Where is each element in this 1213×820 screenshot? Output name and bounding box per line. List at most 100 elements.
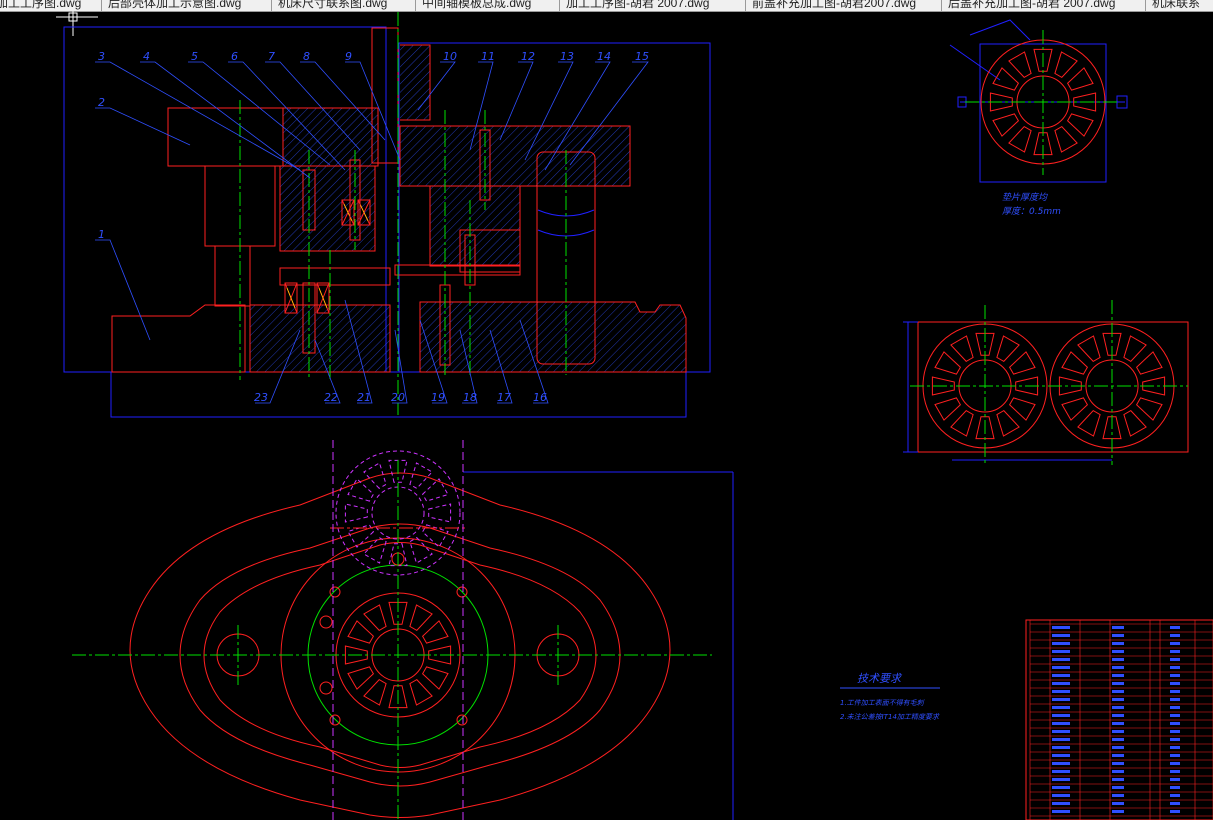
tab-file-2[interactable]: 后部壳体加工示意图.dwg [102, 0, 272, 11]
rotor-slot [421, 666, 449, 690]
table-cell-text-mark [1052, 786, 1070, 789]
table-cell-text-mark [1112, 810, 1124, 813]
table-cell-text-mark [1112, 730, 1124, 733]
rotor-slot [344, 503, 368, 523]
table-cell-text-mark [1052, 730, 1070, 733]
table-cell-text-mark [1112, 802, 1124, 805]
table-cell-text-mark [1052, 698, 1070, 701]
part-number-label: 23 [254, 391, 268, 404]
side-note-2: 厚度：0.5mm [1002, 206, 1061, 217]
tab-file-6[interactable]: 前盖补充加工图-胡君2007.dwg [746, 0, 942, 11]
table-cell-text-mark [1170, 794, 1180, 797]
tech-req-line-1: 1.工件加工表面不得有毛刺 [840, 699, 925, 707]
rotor-slot [1123, 335, 1147, 363]
table-cell-text-mark [1170, 802, 1180, 805]
table-cell-text-mark [1112, 642, 1124, 645]
rotor-slot [1077, 335, 1101, 363]
table-cell-text-mark [1112, 794, 1124, 797]
part-number-label: 4 [143, 50, 150, 63]
die-assembly-section-view: 3 4 5 6 7 8 9 10 11 12 13 14 15 2 1 23 2… [63, 12, 711, 418]
part-number-label: 2 [98, 96, 105, 109]
table-cell-text-mark [1170, 706, 1180, 709]
rotor-slot [363, 462, 387, 490]
tab-file-5[interactable]: 加工工序图-胡君 2007.dwg [560, 0, 746, 11]
table-cell-text-mark [1052, 754, 1070, 757]
rotor-slot [347, 478, 375, 502]
table-cell-text-mark [1170, 682, 1180, 685]
table-cell-text-mark [1112, 786, 1124, 789]
rotor-slot [347, 620, 375, 644]
rotor-slot [1135, 397, 1163, 421]
table-cell-text-mark [1112, 778, 1124, 781]
table-cell-text-mark [1170, 786, 1180, 789]
table-cell-text-mark [1052, 706, 1070, 709]
table-cell-text-mark [1170, 714, 1180, 717]
cad-drawing-canvas[interactable]: 3 4 5 6 7 8 9 10 11 12 13 14 15 2 1 23 2… [0, 11, 1213, 820]
rotor-slot [1054, 51, 1078, 79]
table-cell-text-mark [1112, 658, 1124, 661]
part-number-label: 17 [497, 391, 511, 404]
part-number-label: 20 [391, 391, 405, 404]
rotor-slot [1008, 51, 1032, 79]
part-number-label: 8 [303, 50, 310, 63]
part-number-label: 15 [635, 50, 649, 63]
part-number-label: 22 [324, 391, 338, 404]
part-number-label: 6 [231, 50, 238, 63]
table-cell-text-mark [1052, 714, 1070, 717]
plate-outline-outer [129, 472, 671, 818]
table-cell-text-mark [1170, 634, 1180, 637]
tab-file-4[interactable]: 中间轴模板总成.dwg [416, 0, 560, 11]
rotor-slot [1061, 397, 1089, 421]
tech-req-line-2: 2.未注公差按IT14加工精度要求 [840, 713, 940, 721]
table-cell-text-mark [1170, 722, 1180, 725]
table-cell-text-mark [1170, 730, 1180, 733]
rotor-slot [421, 620, 449, 644]
rotor-slot [992, 113, 1020, 137]
table-cell-text-mark [1112, 746, 1124, 749]
table-cell-text-mark [1170, 754, 1180, 757]
table-cell-text-mark [1052, 762, 1070, 765]
rotor-slot [934, 397, 962, 421]
side-note-1: 垫片厚度均 [1002, 192, 1048, 203]
table-cell-text-mark [1170, 746, 1180, 749]
plan-centerlines [72, 460, 712, 820]
table-cell-text-mark [1170, 650, 1180, 653]
part-number-label: 10 [443, 50, 457, 63]
table-cell-text-mark [1052, 658, 1070, 661]
rotor-slot [1066, 67, 1094, 91]
table-cell-text-mark [1112, 698, 1124, 701]
table-cell-text-mark [1052, 674, 1070, 677]
table-cell-text-mark [1112, 706, 1124, 709]
part-number-label: 5 [191, 50, 198, 63]
table-cell-text-mark [1052, 722, 1070, 725]
table-cell-text-mark [1170, 674, 1180, 677]
table-cell-text-mark [1170, 778, 1180, 781]
table-cell-text-mark [1170, 666, 1180, 669]
part-number-label: 21 [357, 391, 371, 404]
table-cell-text-mark [1112, 714, 1124, 717]
table-cell-text-mark [1112, 626, 1124, 629]
table-cell-text-mark [1052, 794, 1070, 797]
rotor-slot [1123, 409, 1147, 437]
table-cell-text-mark [1112, 770, 1124, 773]
rotor-slot [992, 67, 1020, 91]
part-number-label: 11 [481, 50, 495, 63]
rotor-slot [1061, 351, 1089, 375]
tab-file-1[interactable]: 加工工序图.dwg [0, 0, 102, 11]
rotor-slot [409, 604, 433, 632]
table-cell-text-mark [1170, 698, 1180, 701]
rotor-slot [409, 536, 433, 564]
table-cell-text-mark [1170, 738, 1180, 741]
rotor-slot [409, 678, 433, 706]
rotor-slot [363, 604, 387, 632]
table-cell-text-mark [1112, 754, 1124, 757]
table-cell-text-mark [1170, 658, 1180, 661]
tab-file-8[interactable]: 机床联系 [1146, 0, 1213, 11]
tab-file-7[interactable]: 后盖补充加工图-胡君 2007.dwg [942, 0, 1146, 11]
table-cell-text-mark [1052, 642, 1070, 645]
tab-file-3[interactable]: 机床尺寸联系图.dwg [272, 0, 416, 11]
table-cell-text-mark [1052, 802, 1070, 805]
die-plan-view [72, 440, 734, 820]
crosshair-cursor-icon [56, 11, 98, 36]
rotor-slot [1066, 113, 1094, 137]
